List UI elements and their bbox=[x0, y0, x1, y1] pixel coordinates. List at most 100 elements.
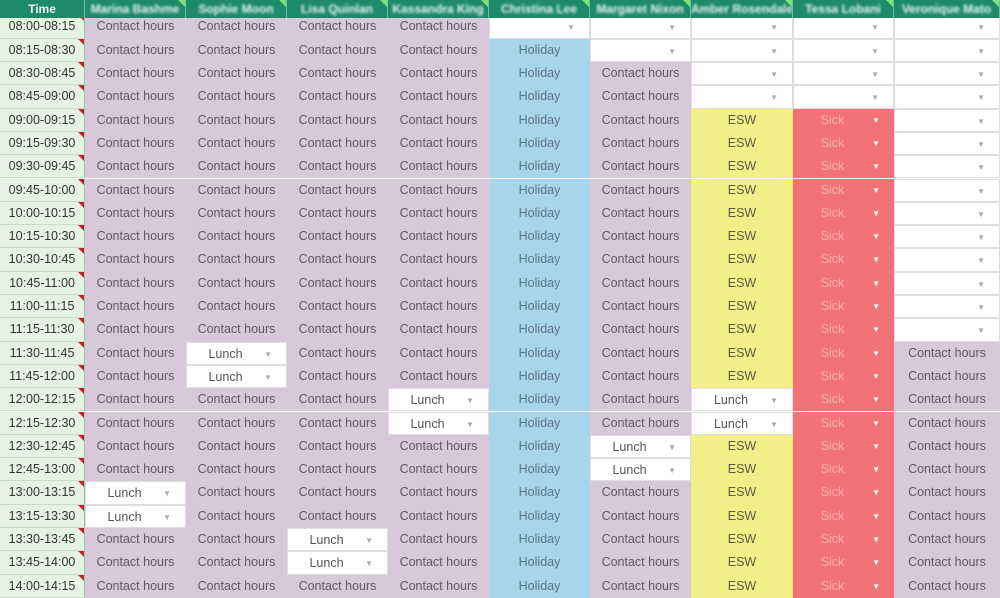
dropdown-arrow-icon[interactable]: ▼ bbox=[977, 86, 985, 107]
schedule-cell[interactable]: Contact hours bbox=[590, 318, 691, 342]
schedule-cell[interactable]: ▼ bbox=[793, 62, 894, 86]
schedule-cell[interactable]: Contact hours bbox=[388, 155, 489, 179]
schedule-cell[interactable]: ESW bbox=[691, 271, 793, 295]
schedule-cell[interactable]: Lunch ▼ bbox=[85, 504, 186, 528]
schedule-cell[interactable]: Sick ▼ bbox=[793, 131, 894, 156]
schedule-cell[interactable]: Contact hours bbox=[186, 574, 287, 598]
schedule-cell[interactable]: Holiday bbox=[489, 551, 590, 575]
schedule-cell[interactable]: Contact hours bbox=[590, 528, 691, 552]
schedule-cell[interactable]: Sick ▼ bbox=[793, 388, 894, 412]
dropdown-arrow-icon[interactable]: ▼ bbox=[977, 63, 985, 84]
dropdown-arrow-icon[interactable]: ▼ bbox=[872, 225, 880, 248]
schedule-cell[interactable]: Sick ▼ bbox=[793, 434, 894, 459]
schedule-cell[interactable]: ESW bbox=[691, 295, 793, 319]
schedule-cell[interactable]: Contact hours bbox=[85, 15, 186, 39]
schedule-cell[interactable]: Sick ▼ bbox=[793, 481, 894, 505]
column-header[interactable]: Veronique Mato bbox=[894, 0, 1000, 18]
schedule-cell[interactable]: ESW bbox=[691, 458, 793, 482]
schedule-cell[interactable]: Contact hours bbox=[388, 201, 489, 226]
dropdown-arrow-icon[interactable]: ▼ bbox=[872, 505, 880, 528]
schedule-cell[interactable]: Contact hours bbox=[85, 364, 186, 389]
schedule-cell[interactable]: Sick ▼ bbox=[793, 295, 894, 319]
dropdown-arrow-icon[interactable]: ▼ bbox=[977, 249, 985, 270]
dropdown-arrow-icon[interactable]: ▼ bbox=[977, 110, 985, 131]
schedule-cell[interactable]: Sick ▼ bbox=[793, 364, 894, 389]
schedule-cell[interactable]: Contact hours bbox=[388, 15, 489, 39]
schedule-cell[interactable]: Holiday bbox=[489, 131, 590, 156]
schedule-cell[interactable]: Contact hours bbox=[186, 434, 287, 459]
column-header[interactable]: Tessa Lobani bbox=[793, 0, 894, 18]
schedule-cell[interactable]: Contact hours bbox=[186, 528, 287, 552]
dropdown-arrow-icon[interactable]: ▼ bbox=[872, 528, 880, 551]
schedule-cell[interactable]: Contact hours bbox=[186, 248, 287, 272]
dropdown-arrow-icon[interactable]: ▼ bbox=[466, 413, 474, 434]
schedule-cell[interactable]: Contact hours bbox=[85, 551, 186, 575]
schedule-cell[interactable]: Contact hours bbox=[388, 38, 489, 62]
schedule-cell[interactable]: Lunch ▼ bbox=[186, 364, 287, 389]
schedule-cell[interactable]: Contact hours bbox=[85, 248, 186, 272]
schedule-cell[interactable]: Contact hours bbox=[287, 248, 388, 272]
schedule-cell[interactable]: Contact hours bbox=[388, 434, 489, 459]
schedule-cell[interactable]: Contact hours bbox=[388, 574, 489, 598]
column-header[interactable]: Margaret Nixon bbox=[590, 0, 691, 18]
schedule-cell[interactable]: Contact hours bbox=[186, 388, 287, 412]
schedule-cell[interactable]: Contact hours bbox=[894, 411, 1000, 435]
schedule-cell[interactable]: ESW bbox=[691, 178, 793, 202]
schedule-cell[interactable]: Contact hours bbox=[186, 15, 287, 39]
schedule-cell[interactable]: ▼ bbox=[894, 38, 1000, 62]
schedule-cell[interactable]: Contact hours bbox=[85, 574, 186, 598]
dropdown-arrow-icon[interactable]: ▼ bbox=[770, 63, 778, 84]
schedule-cell[interactable]: Contact hours bbox=[287, 271, 388, 295]
schedule-cell[interactable]: Holiday bbox=[489, 388, 590, 412]
schedule-cell[interactable]: Contact hours bbox=[85, 201, 186, 226]
column-header[interactable]: Sophie Moon bbox=[186, 0, 287, 18]
schedule-cell[interactable]: Contact hours bbox=[388, 341, 489, 365]
schedule-cell[interactable]: Holiday bbox=[489, 108, 590, 132]
schedule-cell[interactable]: Contact hours bbox=[894, 574, 1000, 598]
schedule-cell[interactable]: Holiday bbox=[489, 318, 590, 342]
schedule-cell[interactable]: Lunch ▼ bbox=[287, 528, 388, 552]
schedule-cell[interactable]: Contact hours bbox=[85, 108, 186, 132]
schedule-cell[interactable]: Holiday bbox=[489, 38, 590, 62]
schedule-cell[interactable]: Contact hours bbox=[894, 341, 1000, 365]
schedule-cell[interactable]: Contact hours bbox=[388, 178, 489, 202]
schedule-cell[interactable]: Contact hours bbox=[186, 458, 287, 482]
schedule-cell[interactable]: ▼ bbox=[894, 295, 1000, 319]
dropdown-arrow-icon[interactable]: ▼ bbox=[977, 133, 985, 154]
schedule-cell[interactable]: Contact hours bbox=[85, 528, 186, 552]
dropdown-arrow-icon[interactable]: ▼ bbox=[466, 389, 474, 410]
schedule-cell[interactable]: Contact hours bbox=[85, 85, 186, 109]
column-header[interactable]: Christina Lee bbox=[489, 0, 590, 18]
schedule-cell[interactable]: Contact hours bbox=[287, 481, 388, 505]
schedule-cell[interactable]: Lunch ▼ bbox=[691, 411, 793, 435]
schedule-cell[interactable]: Lunch ▼ bbox=[388, 411, 489, 435]
schedule-cell[interactable]: Contact hours bbox=[85, 411, 186, 435]
schedule-cell[interactable]: Contact hours bbox=[590, 388, 691, 412]
dropdown-arrow-icon[interactable]: ▼ bbox=[977, 16, 985, 37]
schedule-cell[interactable]: Holiday bbox=[489, 178, 590, 202]
schedule-cell[interactable]: Holiday bbox=[489, 458, 590, 482]
schedule-cell[interactable]: Contact hours bbox=[388, 225, 489, 249]
schedule-cell[interactable]: Contact hours bbox=[287, 341, 388, 365]
dropdown-arrow-icon[interactable]: ▼ bbox=[871, 40, 879, 61]
schedule-cell[interactable]: Contact hours bbox=[186, 62, 287, 86]
schedule-cell[interactable]: ▼ bbox=[691, 85, 793, 109]
schedule-cell[interactable]: Contact hours bbox=[85, 62, 186, 86]
schedule-cell[interactable]: ▼ bbox=[793, 15, 894, 39]
schedule-cell[interactable]: Contact hours bbox=[388, 551, 489, 575]
schedule-cell[interactable]: Holiday bbox=[489, 504, 590, 528]
schedule-cell[interactable]: Contact hours bbox=[287, 411, 388, 435]
schedule-cell[interactable]: ESW bbox=[691, 574, 793, 598]
schedule-cell[interactable]: Contact hours bbox=[186, 318, 287, 342]
schedule-cell[interactable]: Contact hours bbox=[590, 271, 691, 295]
schedule-cell[interactable]: Holiday bbox=[489, 481, 590, 505]
schedule-cell[interactable]: Lunch ▼ bbox=[691, 388, 793, 412]
schedule-cell[interactable]: Sick ▼ bbox=[793, 574, 894, 598]
schedule-cell[interactable]: Contact hours bbox=[287, 201, 388, 226]
schedule-cell[interactable]: ESW bbox=[691, 155, 793, 179]
schedule-cell[interactable]: Sick ▼ bbox=[793, 225, 894, 249]
schedule-cell[interactable]: Holiday bbox=[489, 85, 590, 109]
schedule-cell[interactable]: Contact hours bbox=[85, 131, 186, 156]
schedule-cell[interactable]: Contact hours bbox=[388, 528, 489, 552]
dropdown-arrow-icon[interactable]: ▼ bbox=[264, 343, 272, 364]
